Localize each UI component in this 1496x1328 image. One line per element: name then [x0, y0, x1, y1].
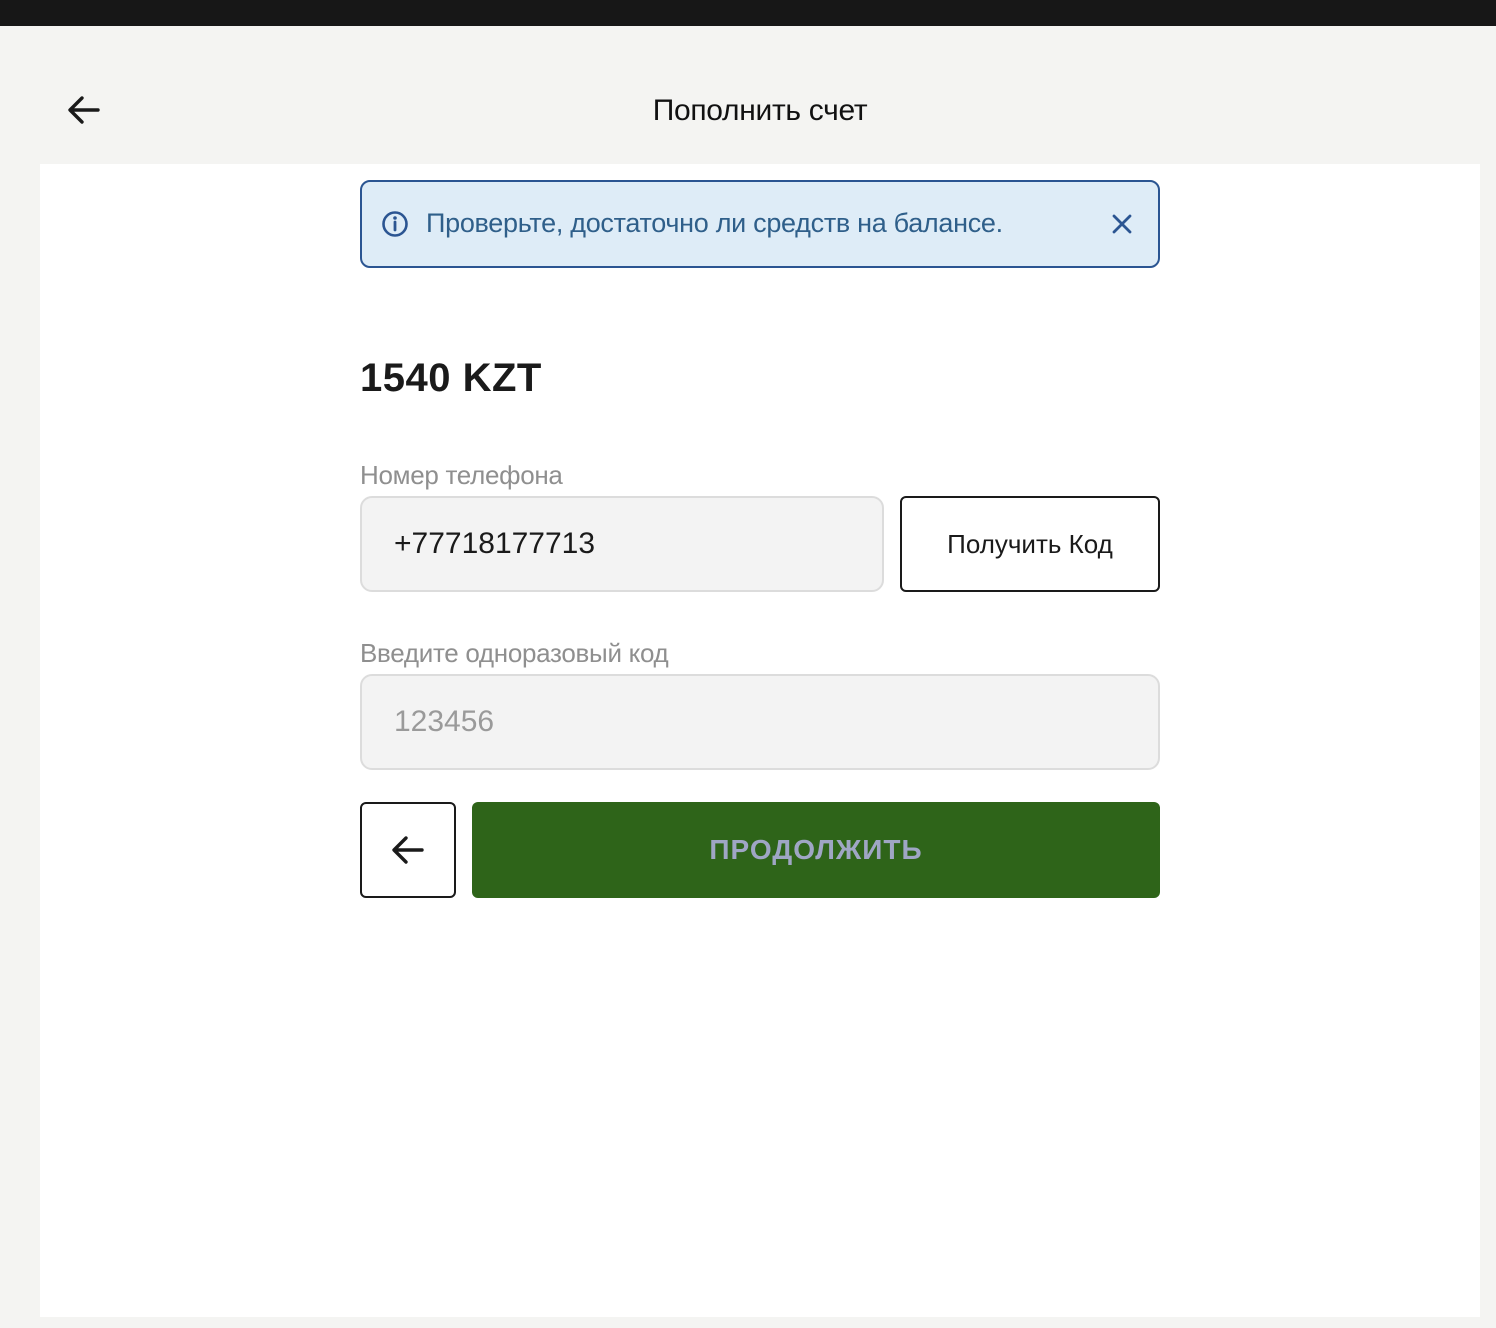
- info-circle-icon: [382, 211, 408, 237]
- code-label: Введите одноразовый код: [360, 638, 669, 668]
- continue-button[interactable]: ПРОДОЛЖИТЬ: [472, 802, 1160, 898]
- alert-close-button[interactable]: [1106, 208, 1138, 240]
- back-button[interactable]: [360, 802, 456, 898]
- main-panel: Проверьте, достаточно ли средств на бала…: [40, 164, 1480, 1317]
- one-time-code-input[interactable]: [360, 674, 1160, 770]
- arrow-left-icon: [392, 836, 424, 864]
- get-code-button[interactable]: Получить Код: [900, 496, 1160, 592]
- alert-message: Проверьте, достаточно ли средств на бала…: [426, 208, 1003, 238]
- top-bar: [0, 0, 1496, 26]
- phone-input[interactable]: [360, 496, 884, 592]
- close-icon: [1112, 214, 1132, 234]
- phone-label: Номер телефона: [360, 460, 563, 490]
- page-title: Пополнить счет: [652, 94, 868, 127]
- page-header: Пополнить счет: [40, 56, 1480, 164]
- balance-alert: Проверьте, достаточно ли средств на бала…: [360, 180, 1160, 268]
- amount-display: 1540 KZT: [360, 356, 542, 400]
